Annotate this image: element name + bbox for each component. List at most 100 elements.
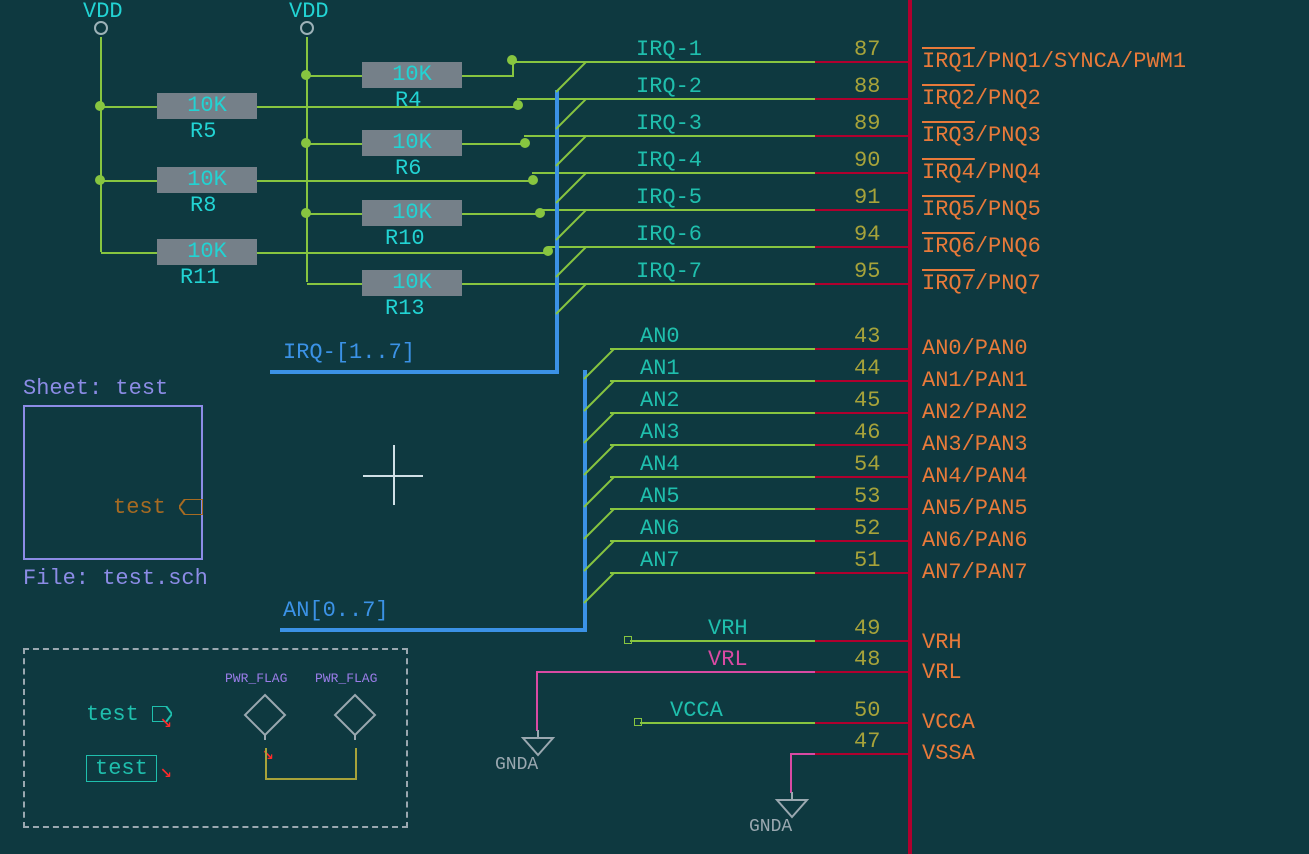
pin-name: AN1/PAN1 bbox=[922, 368, 1028, 393]
wire bbox=[790, 753, 792, 793]
net-label: IRQ-6 bbox=[636, 222, 702, 247]
net-label: IRQ-7 bbox=[636, 259, 702, 284]
resistor-r4[interactable]: 10K bbox=[362, 62, 462, 88]
resistor-value: 10K bbox=[364, 270, 460, 295]
pin-name: IRQ2/PNQ2 bbox=[922, 86, 1041, 111]
pin-name: IRQ7/PNQ7 bbox=[922, 271, 1041, 296]
resistor-r11[interactable]: 10K bbox=[157, 239, 257, 265]
bus-label-irq: IRQ-[1..7] bbox=[283, 340, 415, 365]
pin-stub bbox=[815, 671, 908, 673]
pin-stub bbox=[815, 476, 908, 478]
pin-number: 43 bbox=[854, 324, 880, 349]
net-label: IRQ-2 bbox=[636, 74, 702, 99]
power-label-vdd: VDD bbox=[289, 0, 329, 24]
resistor-r5[interactable]: 10K bbox=[157, 93, 257, 119]
pin-number: 47 bbox=[854, 729, 880, 754]
resistor-r6[interactable]: 10K bbox=[362, 130, 462, 156]
bus-entry bbox=[556, 246, 586, 276]
pin-name: IRQ5/PNQ5 bbox=[922, 197, 1041, 222]
pin-name: VSSA bbox=[922, 741, 975, 766]
pin-stub bbox=[815, 135, 908, 137]
resistor-ref: R10 bbox=[385, 226, 425, 251]
erc-marker-icon[interactable]: ↘ bbox=[160, 758, 172, 784]
pin-number: 49 bbox=[854, 616, 880, 641]
bus bbox=[280, 628, 587, 632]
pin-number: 90 bbox=[854, 148, 880, 173]
resistor-value: 10K bbox=[159, 93, 255, 118]
pin-number: 54 bbox=[854, 452, 880, 477]
resistor-value: 10K bbox=[364, 130, 460, 155]
sheet-title: Sheet: test bbox=[23, 376, 168, 401]
bus-entry bbox=[584, 572, 614, 602]
pin-stub bbox=[815, 640, 908, 642]
pin-stub bbox=[815, 348, 908, 350]
pin-number: 88 bbox=[854, 74, 880, 99]
resistor-value: 10K bbox=[364, 62, 460, 87]
resistor-ref: R11 bbox=[180, 265, 220, 290]
wire bbox=[462, 283, 557, 285]
net-label: IRQ-3 bbox=[636, 111, 702, 136]
wire bbox=[462, 213, 540, 215]
pin-name: VRH bbox=[922, 630, 962, 655]
sheet-port[interactable]: test bbox=[113, 495, 203, 520]
pin-number: 95 bbox=[854, 259, 880, 284]
pin-name: AN6/PAN6 bbox=[922, 528, 1028, 553]
net-label: AN0 bbox=[640, 324, 680, 349]
bus-entry bbox=[556, 209, 586, 239]
pin-number: 50 bbox=[854, 698, 880, 723]
resistor-r10[interactable]: 10K bbox=[362, 200, 462, 226]
pin-name: IRQ3/PNQ3 bbox=[922, 123, 1041, 148]
net-label: AN7 bbox=[640, 548, 680, 573]
wire bbox=[306, 60, 308, 282]
power-label-vdd: VDD bbox=[83, 0, 123, 24]
pin-number: 89 bbox=[854, 111, 880, 136]
power-flag-symbol[interactable] bbox=[240, 690, 290, 747]
pin-number: 45 bbox=[854, 388, 880, 413]
bus-entry bbox=[584, 380, 614, 410]
junction bbox=[513, 100, 523, 110]
wire bbox=[101, 106, 157, 108]
chip-body-edge bbox=[908, 0, 912, 854]
wire bbox=[265, 748, 267, 778]
pin-stub bbox=[815, 540, 908, 542]
bus-entry bbox=[584, 412, 614, 442]
pin-number: 53 bbox=[854, 484, 880, 509]
pin-name: VCCA bbox=[922, 710, 975, 735]
resistor-r8[interactable]: 10K bbox=[157, 167, 257, 193]
pin-name: AN2/PAN2 bbox=[922, 400, 1028, 425]
bus-entry bbox=[584, 476, 614, 506]
net-label: AN4 bbox=[640, 452, 680, 477]
pin-endpoint bbox=[624, 636, 632, 644]
net-label: VRL bbox=[708, 647, 748, 672]
gnda-label: GNDA bbox=[495, 755, 538, 775]
erc-marker-icon[interactable]: ↘ bbox=[160, 708, 172, 734]
wire bbox=[462, 75, 512, 77]
pin-name: AN3/PAN3 bbox=[922, 432, 1028, 457]
sheet-file: File: test.sch bbox=[23, 566, 208, 591]
pin-stub bbox=[815, 61, 908, 63]
pin-number: 91 bbox=[854, 185, 880, 210]
pin-endpoint bbox=[634, 718, 642, 726]
pin-stub bbox=[815, 444, 908, 446]
bus-entry bbox=[584, 444, 614, 474]
pin-name: AN4/PAN4 bbox=[922, 464, 1028, 489]
pin-number: 44 bbox=[854, 356, 880, 381]
net-label: AN6 bbox=[640, 516, 680, 541]
wire bbox=[307, 213, 362, 215]
resistor-r13[interactable]: 10K bbox=[362, 270, 462, 296]
resistor-ref: R6 bbox=[395, 156, 421, 181]
pin-stub bbox=[815, 753, 908, 755]
power-flag-symbol[interactable] bbox=[330, 690, 380, 747]
pin-number: 51 bbox=[854, 548, 880, 573]
schematic-canvas[interactable]: VDD VDD 10K R5 10K R8 10K R11 10K R4 10K… bbox=[0, 0, 1309, 854]
bus bbox=[270, 370, 559, 374]
pin-number: 87 bbox=[854, 37, 880, 62]
erc-marker-icon[interactable]: ↘ bbox=[262, 740, 274, 766]
hierarchical-sheet[interactable] bbox=[23, 405, 203, 560]
pin-name: IRQ1/PNQ1/SYNCA/PWM1 bbox=[922, 49, 1186, 74]
resistor-ref: R5 bbox=[190, 119, 216, 144]
wire bbox=[307, 75, 362, 77]
resistor-ref: R8 bbox=[190, 193, 216, 218]
bus-entry bbox=[556, 98, 586, 128]
hier-label-test[interactable]: test bbox=[86, 755, 157, 782]
